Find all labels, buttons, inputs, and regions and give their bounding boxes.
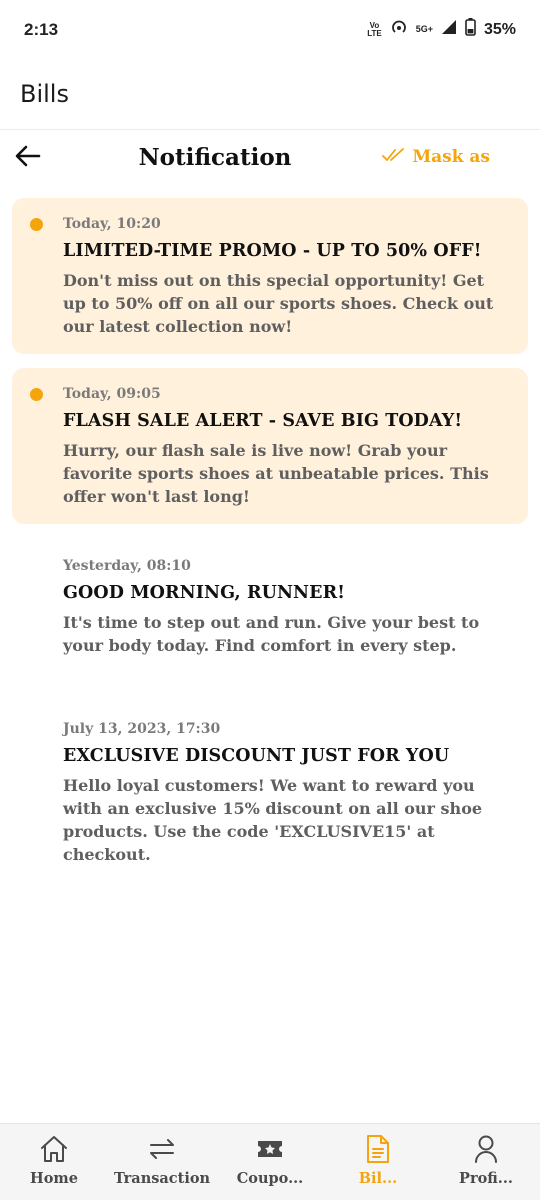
volte-icon: Vo LTE (367, 20, 382, 38)
nav-coupons[interactable]: Coupo... (216, 1124, 324, 1200)
nav-label: Profi... (459, 1170, 513, 1187)
notification-body: Hello loyal customers! We want to reward… (63, 776, 483, 864)
nav-label: Transaction (113, 1170, 211, 1187)
notification-time: Today, 10:20 (63, 216, 161, 232)
signal-icon (441, 19, 457, 40)
notification-item[interactable]: Today, 09:05 FLASH SALE ALERT - SAVE BIG… (12, 368, 528, 524)
battery-icon (465, 18, 476, 41)
notification-item[interactable]: Today, 10:20 LIMITED-TIME PROMO - UP TO … (12, 198, 528, 354)
network-type: 5G+ (415, 24, 433, 34)
status-bar: 2:13 Vo LTE 5G+ 35% (0, 0, 540, 62)
bottom-nav: Home Transaction Coupo... Bil... Profi..… (0, 1123, 540, 1200)
notification-time: July 13, 2023, 17:30 (63, 721, 221, 737)
notification-title: FLASH SALE ALERT - SAVE BIG TODAY! (63, 411, 463, 431)
hotspot-icon (390, 18, 408, 41)
notification-body: Don't miss out on this special opportuni… (63, 271, 494, 336)
nav-home[interactable]: Home (0, 1124, 108, 1200)
notification-body: Hurry, our flash sale is live now! Grab … (63, 441, 489, 506)
nav-bills[interactable]: Bil... (324, 1124, 432, 1200)
notification-header: Notification Mask as (0, 130, 540, 190)
notification-time: Today, 09:05 (63, 386, 161, 402)
transfer-icon (147, 1134, 177, 1164)
battery-percent: 35% (483, 20, 516, 38)
notification-title: EXCLUSIVE DISCOUNT JUST FOR YOU (63, 746, 450, 766)
notification-list: Today, 10:20 LIMITED-TIME PROMO - UP TO … (0, 198, 540, 910)
nav-label: Coupo... (236, 1170, 304, 1187)
notification-title: GOOD MORNING, RUNNER! (63, 583, 346, 603)
home-icon (39, 1134, 69, 1164)
notification-item[interactable]: July 13, 2023, 17:30 EXCLUSIVE DISCOUNT … (12, 701, 528, 896)
document-icon (363, 1134, 393, 1164)
unread-dot-icon (30, 388, 43, 401)
nav-transaction[interactable]: Transaction (108, 1124, 216, 1200)
app-title: Bills (20, 80, 69, 108)
page-title: Notification (138, 144, 292, 171)
status-icons: Vo LTE 5G+ 35% (367, 18, 516, 41)
status-time: 2:13 (24, 20, 59, 39)
ticket-icon (255, 1134, 285, 1164)
unread-dot-icon (30, 218, 43, 231)
notification-body: It's time to step out and run. Give your… (63, 613, 480, 655)
user-icon (471, 1134, 501, 1164)
app-title-bar: Bills (0, 62, 540, 130)
nav-label: Home (30, 1170, 78, 1187)
mark-as-label: Mask as (412, 147, 490, 167)
notification-time: Yesterday, 08:10 (63, 558, 191, 574)
mark-as-button[interactable]: Mask as (382, 147, 490, 167)
nav-label: Bil... (358, 1170, 398, 1187)
notification-item[interactable]: Yesterday, 08:10 GOOD MORNING, RUNNER! I… (12, 538, 528, 687)
nav-profile[interactable]: Profi... (432, 1124, 540, 1200)
notification-title: LIMITED-TIME PROMO - UP TO 50% OFF! (63, 241, 482, 261)
double-check-icon (382, 147, 405, 167)
